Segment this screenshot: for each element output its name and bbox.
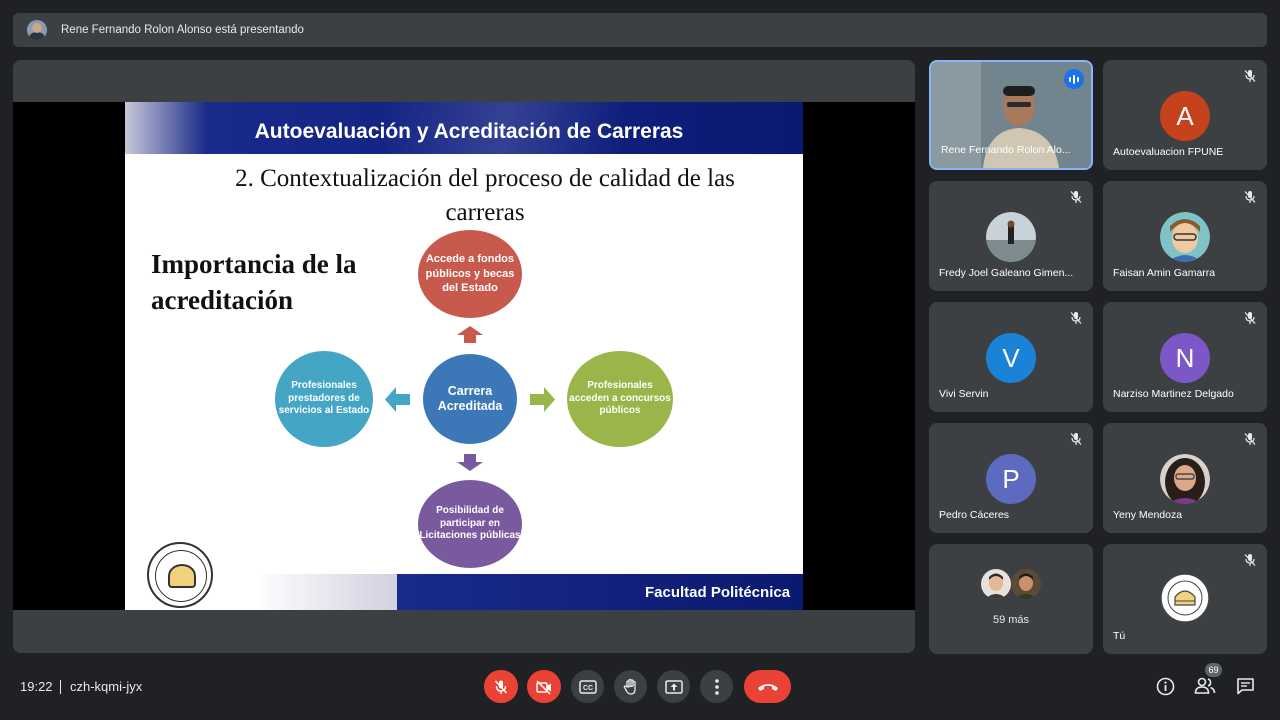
circle-right: Profesionales acceden a concursos públic… — [567, 351, 673, 447]
captions-button[interactable]: CC — [571, 670, 604, 703]
importance-line2: acreditación — [151, 285, 293, 315]
avatar — [1160, 454, 1210, 504]
importance-line1: Importancia de la — [151, 249, 357, 279]
present-icon — [664, 679, 683, 694]
avatar — [1160, 212, 1210, 262]
mic-off-icon — [1244, 433, 1256, 445]
participant-name: Faisan Amin Gamarra — [1113, 267, 1216, 279]
mic-off-icon — [1244, 191, 1256, 203]
leave-call-button[interactable] — [744, 670, 791, 703]
arrow-left-icon — [385, 387, 410, 412]
university-seal-icon — [147, 542, 213, 608]
participant-tile[interactable]: Fredy Joel Galeano Gimen... — [929, 181, 1093, 291]
slide-importance-heading: Importancia de la acreditación — [151, 246, 411, 318]
svg-text:CC: CC — [583, 685, 593, 692]
circle-top: Accede a fondos públicos y becas del Est… — [418, 230, 522, 318]
participant-name: Vivi Servin — [939, 388, 989, 400]
more-options-button[interactable] — [700, 670, 733, 703]
slide-subtitle: 2. Contextualización del proceso de cali… — [185, 162, 785, 230]
more-participants-tile[interactable]: 59 más — [929, 544, 1093, 654]
clock: 19:22 — [20, 679, 53, 694]
slide-footer-text: Facultad Politécnica — [645, 584, 791, 601]
speaking-indicator-icon — [1064, 69, 1084, 89]
raise-hand-button[interactable] — [614, 670, 647, 703]
arrow-up-icon — [457, 326, 483, 343]
people-button[interactable] — [1194, 675, 1216, 697]
camera-toggle-button[interactable] — [527, 670, 561, 703]
participant-name: Narziso Martinez Delgado — [1113, 388, 1234, 400]
circle-left: Profesionales prestadores de servicios a… — [275, 351, 373, 447]
avatar — [986, 212, 1036, 262]
circle-center: Carrera Acreditada — [421, 352, 519, 446]
chat-icon — [1236, 678, 1254, 695]
participant-name: Pedro Cáceres — [939, 509, 1010, 521]
slide: Autoevaluación y Acreditación de Carrera… — [125, 102, 803, 610]
call-end-icon — [757, 683, 778, 691]
mic-toggle-button[interactable] — [484, 670, 518, 703]
participant-tile[interactable]: N Narziso Martinez Delgado — [1103, 302, 1267, 412]
circle-bottom: Posibilidad de participar en Licitacione… — [418, 480, 522, 568]
participant-tile-self[interactable]: Tú — [1103, 544, 1267, 654]
meeting-details-button[interactable] — [1154, 675, 1176, 697]
mic-off-icon — [1244, 312, 1256, 324]
arrow-right-icon — [530, 387, 555, 412]
divider — [60, 680, 61, 694]
slide-subtitle-line1: 2. Contextualización del proceso de cali… — [235, 165, 735, 192]
avatar — [981, 569, 1011, 599]
avatar: V — [986, 333, 1036, 383]
slide-header-title: Autoevaluación y Acreditación de Carrera… — [254, 120, 684, 143]
more-vert-icon — [714, 678, 719, 695]
people-icon — [1194, 677, 1216, 694]
chat-button[interactable] — [1234, 675, 1256, 697]
more-participants-label: 59 más — [992, 614, 1030, 626]
participant-name: Tú — [1113, 630, 1126, 642]
meeting-code: czh-kqmi-jyx — [70, 679, 143, 694]
participant-tile-presenter[interactable]: Rene Fernando Rolon Alo... — [929, 60, 1093, 170]
avatar: P — [986, 454, 1036, 504]
mic-off-icon — [1070, 312, 1082, 324]
slide-footer-fade — [255, 574, 397, 610]
avatar: A — [1160, 91, 1210, 141]
captions-icon: CC — [578, 679, 597, 694]
mic-off-icon — [1244, 70, 1256, 82]
participant-count-badge: 69 — [1205, 663, 1222, 677]
participant-tile[interactable]: Faisan Amin Gamarra — [1103, 181, 1267, 291]
mic-off-icon — [1070, 433, 1082, 445]
participant-name: Fredy Joel Galeano Gimen... — [939, 267, 1074, 279]
participant-tile[interactable]: P Pedro Cáceres — [929, 423, 1093, 533]
presenter-avatar — [27, 20, 47, 40]
participant-name: Yeny Mendoza — [1113, 509, 1183, 521]
avatar — [1011, 569, 1041, 599]
presenting-banner: Rene Fernando Rolon Alonso está presenta… — [13, 13, 1267, 47]
presenting-text: Rene Fernando Rolon Alonso está presenta… — [61, 24, 304, 36]
participant-tile[interactable]: V Vivi Servin — [929, 302, 1093, 412]
mic-off-icon — [494, 679, 508, 694]
mic-off-icon — [1070, 191, 1082, 203]
participant-tile[interactable]: Yeny Mendoza — [1103, 423, 1267, 533]
participant-name: Autoevaluacion FPUNE — [1113, 146, 1224, 158]
hand-icon — [623, 678, 636, 695]
camera-off-icon — [536, 679, 551, 695]
avatar: N — [1160, 333, 1210, 383]
arrow-down-icon — [457, 454, 483, 471]
participant-name: Rene Fernando Rolon Alo... — [941, 144, 1071, 156]
presentation-stage: Autoevaluación y Acreditación de Carrera… — [13, 60, 915, 653]
present-screen-button[interactable] — [657, 670, 690, 703]
info-icon — [1156, 677, 1174, 695]
slide-subtitle-line2: carreras — [445, 199, 525, 226]
participant-tile[interactable]: A Autoevaluacion FPUNE — [1103, 60, 1267, 170]
mic-off-icon — [1244, 554, 1256, 566]
university-logo-icon — [1160, 573, 1210, 623]
